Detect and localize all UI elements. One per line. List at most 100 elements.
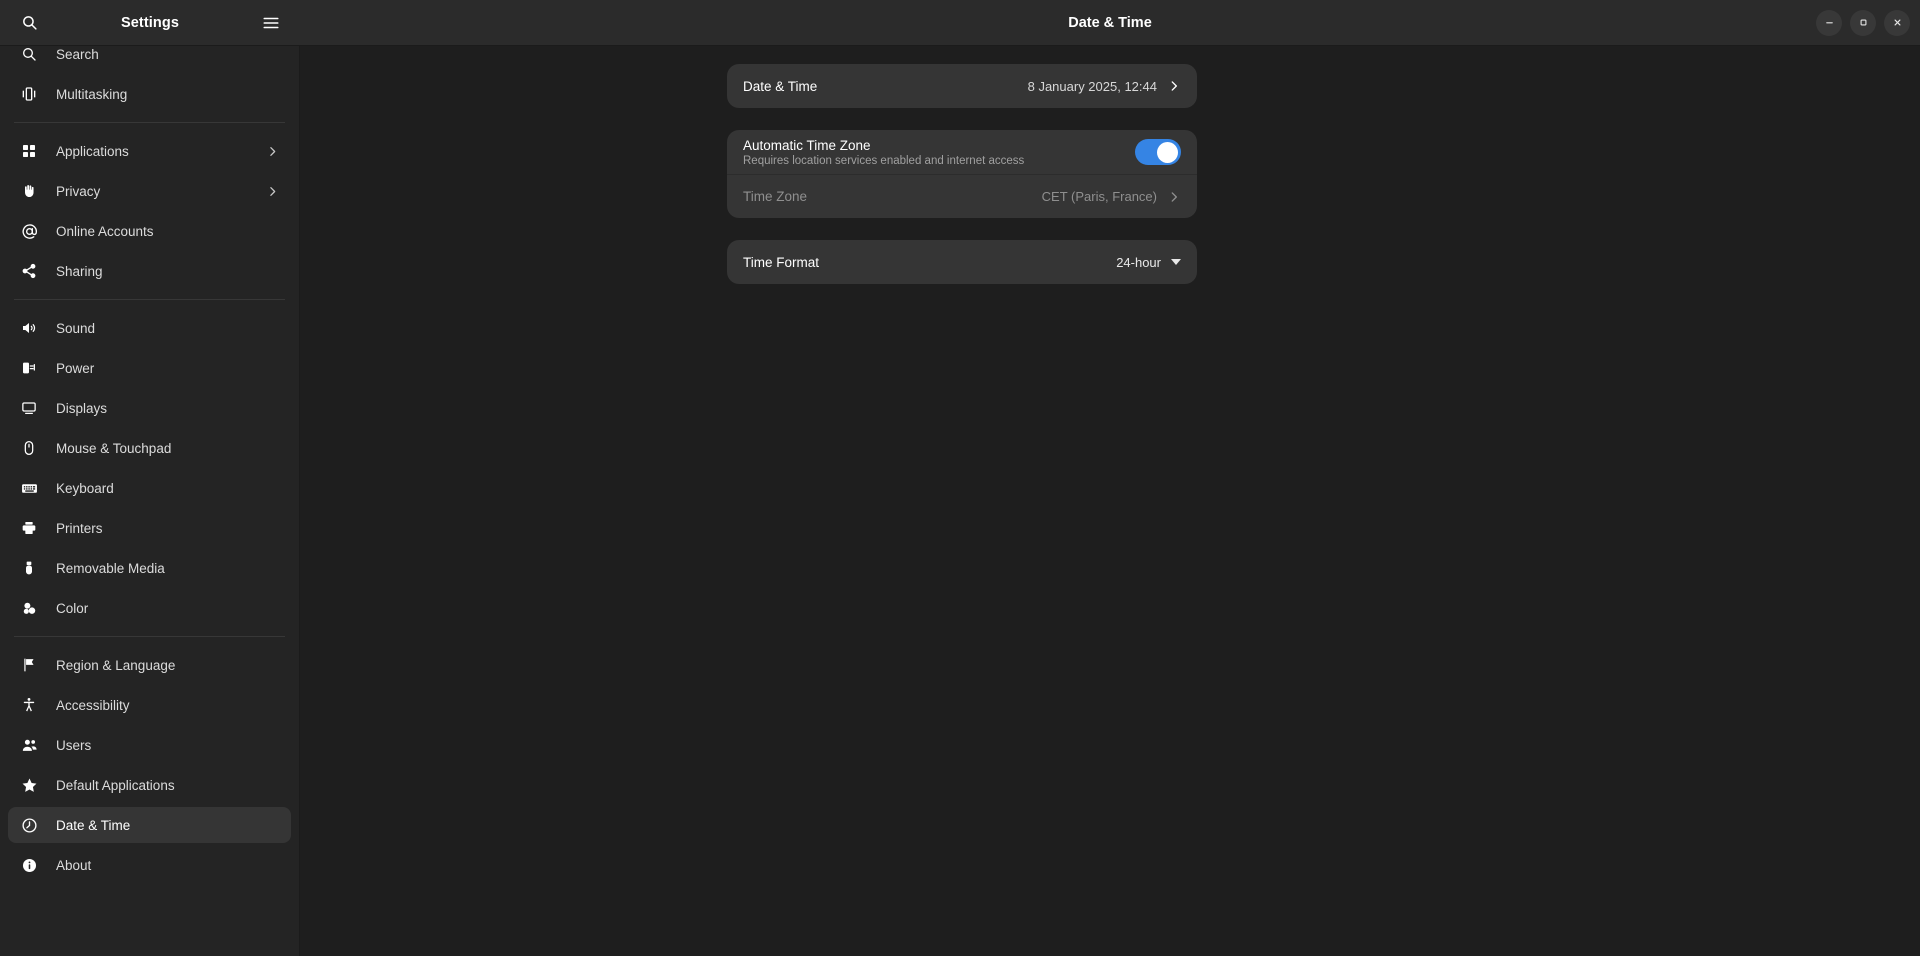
star-icon [20,776,38,794]
maximize-button[interactable] [1850,10,1876,36]
timezone-value: CET (Paris, France) [1042,189,1157,204]
mouse-icon [20,439,38,457]
power-plug-icon [20,359,38,377]
sidebar-item-label: Mouse & Touchpad [56,441,279,456]
sidebar-item-multitasking[interactable]: Multitasking [8,76,291,112]
sidebar-group: Applications Privacy [8,133,291,289]
sidebar-item-sharing[interactable]: Sharing [8,253,291,289]
sidebar-item-printers[interactable]: Printers [8,510,291,546]
time-format-dropdown[interactable]: 24-hour [1116,255,1181,270]
color-circles-icon [20,599,38,617]
timezone-row[interactable]: Time Zone CET (Paris, France) [727,174,1197,218]
settings-window: Settings Date & Time [0,0,1920,956]
time-format-card: Time Format 24-hour [727,240,1197,284]
applications-grid-icon [20,142,38,160]
sidebar-item-label: Printers [56,521,279,536]
search-icon [20,46,38,63]
row-texts: Automatic Time Zone Requires location se… [743,132,1135,173]
sidebar-item-removable-media[interactable]: Removable Media [8,550,291,586]
sidebar-divider [14,299,285,300]
speaker-icon [20,319,38,337]
automatic-timezone-label: Automatic Time Zone [743,138,1135,153]
sidebar-title: Settings [121,15,179,31]
sidebar-item-sound[interactable]: Sound [8,310,291,346]
privacy-hand-icon [20,182,38,200]
sidebar-item-label: Keyboard [56,481,279,496]
sidebar-item-about[interactable]: About [8,847,291,883]
date-time-row[interactable]: Date & Time 8 January 2025, 12:44 [727,64,1197,108]
page-title: Date & Time [1068,15,1152,31]
flag-icon [20,656,38,674]
sidebar-item-label: Date & Time [56,818,279,833]
timezone-label: Time Zone [743,189,1042,204]
settings-list: Date & Time 8 January 2025, 12:44 Automa… [727,64,1197,284]
sidebar-item-displays[interactable]: Displays [8,390,291,426]
sidebar-item-default-applications[interactable]: Default Applications [8,767,291,803]
sidebar-item-label: Power [56,361,279,376]
chevron-right-icon [265,184,279,198]
sidebar-item-label: Users [56,738,279,753]
hamburger-menu-icon[interactable] [256,8,286,38]
window-controls [1816,0,1910,45]
sidebar-item-label: Region & Language [56,658,279,673]
sidebar-item-applications[interactable]: Applications [8,133,291,169]
sidebar-item-mouse-touchpad[interactable]: Mouse & Touchpad [8,430,291,466]
sidebar-item-color[interactable]: Color [8,590,291,626]
sidebar-item-label: Accessibility [56,698,279,713]
row-texts: Time Zone [743,183,1042,210]
sidebar: Search Multitasking [0,46,300,956]
sidebar-group: Sound Power Displays [8,310,291,626]
automatic-timezone-row[interactable]: Automatic Time Zone Requires location se… [727,130,1197,174]
header-bar: Settings Date & Time [0,0,1920,46]
sidebar-group: Search Multitasking [8,46,291,112]
window-body: Search Multitasking [0,46,1920,956]
automatic-timezone-subtitle: Requires location services enabled and i… [743,155,1135,167]
multitasking-icon [20,85,38,103]
automatic-timezone-toggle[interactable] [1135,139,1181,165]
sidebar-item-label: Default Applications [56,778,279,793]
sidebar-scroll[interactable]: Search Multitasking [0,46,299,946]
sidebar-item-label: Sharing [56,264,279,279]
sidebar-item-users[interactable]: Users [8,727,291,763]
sidebar-item-search[interactable]: Search [8,46,291,72]
time-format-row[interactable]: Time Format 24-hour [727,240,1197,284]
accessibility-person-icon [20,696,38,714]
time-format-label: Time Format [743,255,1116,270]
usb-drive-icon [20,559,38,577]
sidebar-item-power[interactable]: Power [8,350,291,386]
sidebar-divider [14,122,285,123]
sidebar-item-label: Sound [56,321,279,336]
sidebar-item-label: Multitasking [56,87,279,102]
keyboard-icon [20,479,38,497]
sidebar-item-privacy[interactable]: Privacy [8,173,291,209]
sidebar-item-label: Online Accounts [56,224,279,239]
sidebar-item-keyboard[interactable]: Keyboard [8,470,291,506]
sidebar-header: Settings [0,0,300,45]
sidebar-item-region-language[interactable]: Region & Language [8,647,291,683]
date-time-label: Date & Time [743,79,1028,94]
close-button[interactable] [1884,10,1910,36]
at-sign-icon [20,222,38,240]
info-circle-icon [20,856,38,874]
sidebar-item-label: About [56,858,279,873]
main-content: Date & Time 8 January 2025, 12:44 Automa… [300,46,1920,956]
search-icon[interactable] [14,8,44,38]
row-texts: Time Format [743,249,1116,276]
sidebar-item-label: Applications [56,144,247,159]
timezone-card: Automatic Time Zone Requires location se… [727,130,1197,218]
sidebar-item-online-accounts[interactable]: Online Accounts [8,213,291,249]
sidebar-item-accessibility[interactable]: Accessibility [8,687,291,723]
minimize-button[interactable] [1816,10,1842,36]
printer-icon [20,519,38,537]
sidebar-item-label: Privacy [56,184,247,199]
toggle-knob [1157,142,1178,163]
date-time-value: 8 January 2025, 12:44 [1028,79,1157,94]
chevron-right-icon [1167,79,1181,93]
time-format-value: 24-hour [1116,255,1161,270]
date-time-card: Date & Time 8 January 2025, 12:44 [727,64,1197,108]
sidebar-item-label: Color [56,601,279,616]
share-nodes-icon [20,262,38,280]
sidebar-item-date-time[interactable]: Date & Time [8,807,291,843]
main-header: Date & Time [300,0,1920,45]
monitor-icon [20,399,38,417]
